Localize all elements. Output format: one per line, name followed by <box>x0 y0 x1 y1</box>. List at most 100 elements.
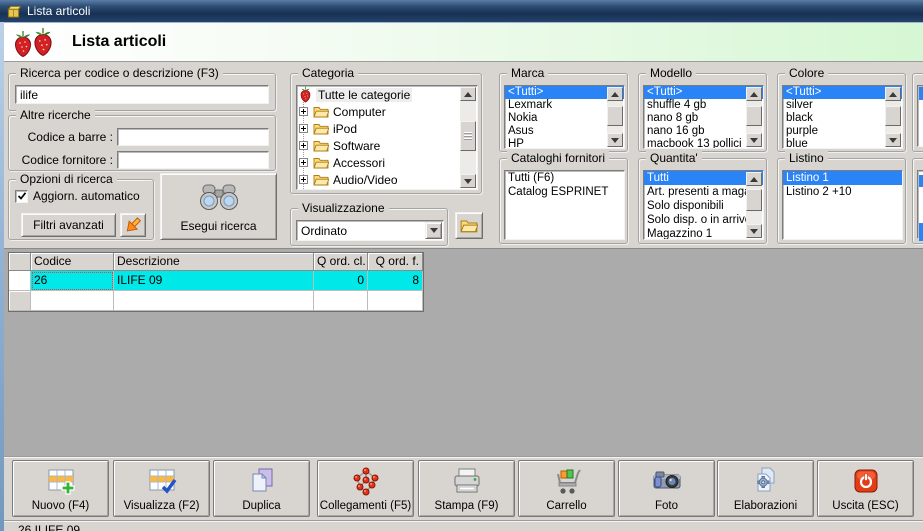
folder-icon <box>313 141 329 152</box>
run-search-button[interactable]: Esegui ricerca <box>160 173 277 240</box>
tree-item-monitor[interactable]: Monitor <box>297 188 477 189</box>
category-group: Categoria Tutte le categorie Computer iP… <box>290 66 482 194</box>
results-grid[interactable]: Codice Descrizione Q ord. cl. Q ord. f. … <box>8 252 424 312</box>
tree-item-ipod[interactable]: iPod <box>297 120 477 137</box>
quantity-scrollbar[interactable] <box>746 172 762 238</box>
model-scrollbar[interactable] <box>746 87 762 147</box>
scrollbar-thumb[interactable] <box>885 106 901 126</box>
cell-codice[interactable]: 26 <box>31 271 114 291</box>
view-dropdown[interactable]: Ordinato <box>296 220 444 241</box>
quantity-group-label: Quantita' <box>646 151 702 165</box>
row-selector-cell[interactable] <box>9 271 31 291</box>
brand-scrollbar[interactable] <box>607 87 623 147</box>
copy-documents-icon <box>252 468 272 492</box>
search-input[interactable] <box>15 85 269 104</box>
color-list[interactable]: <Tutti> silver black purple blue <box>782 85 903 149</box>
cart-button[interactable]: Carrello <box>518 460 615 517</box>
tree-item-computer[interactable]: Computer <box>297 103 477 120</box>
category-tree[interactable]: Tutte le categorie Computer iPod Softwar… <box>296 85 478 190</box>
photo-button[interactable]: Foto <box>618 460 715 517</box>
supplier-catalogs-label: Cataloghi fornitori <box>507 151 610 165</box>
duplicate-button[interactable]: Duplica <box>213 460 310 517</box>
column-header-q-ord-f[interactable]: Q ord. f. <box>368 253 423 271</box>
scroll-up-icon[interactable] <box>746 172 762 186</box>
exit-button[interactable]: Uscita (ESC) <box>817 460 914 517</box>
strawberry-icon <box>300 86 311 103</box>
list-item[interactable]: Listino 2 +10 <box>783 185 902 199</box>
scroll-up-icon[interactable] <box>885 87 901 101</box>
view-group: Visualizzazione Ordinato <box>290 201 448 246</box>
cell-q-ord-f[interactable]: 8 <box>368 271 423 291</box>
table-add-icon <box>48 469 75 495</box>
expand-plus-icon[interactable] <box>299 124 308 133</box>
scroll-down-icon[interactable] <box>746 133 762 147</box>
row-selector-header[interactable] <box>9 253 31 271</box>
column-header-descrizione[interactable]: Descrizione <box>114 253 314 271</box>
other-search-label: Altre ricerche <box>16 108 95 122</box>
open-folder-button[interactable] <box>455 212 483 239</box>
clipped-panel <box>912 73 923 152</box>
list-item[interactable]: Catalog ESPRINET <box>505 185 624 199</box>
scroll-down-icon[interactable] <box>885 133 901 147</box>
tree-root-item[interactable]: Tutte le categorie <box>297 86 477 103</box>
scrollbar-thumb[interactable] <box>607 106 623 126</box>
list-item[interactable]: Listino 1 <box>783 171 902 185</box>
quantity-list[interactable]: Tutti Art. presenti a magaz Solo disponi… <box>643 170 764 240</box>
expand-plus-icon[interactable] <box>299 107 308 116</box>
status-text: 26 ILIFE 09 <box>18 523 81 531</box>
supplier-code-label: Codice fornitore : <box>21 153 113 167</box>
scroll-down-icon[interactable] <box>746 224 762 238</box>
view-button[interactable]: Visualizza (F2) <box>113 460 210 517</box>
color-scrollbar[interactable] <box>885 87 901 147</box>
window-left-border <box>0 22 4 531</box>
price-list[interactable]: Listino 1 Listino 2 +10 <box>782 170 903 240</box>
category-group-label: Categoria <box>298 66 359 80</box>
view-dropdown-value: Ordinato <box>301 224 348 238</box>
model-list[interactable]: <Tutti> shuffle 4 gb nano 8 gb nano 16 g… <box>643 85 764 149</box>
run-search-label: Esegui ricerca <box>180 219 257 233</box>
model-group: Modello <Tutti> shuffle 4 gb nano 8 gb n… <box>638 66 767 152</box>
apply-filters-arrow-button[interactable] <box>120 213 146 237</box>
expand-plus-icon[interactable] <box>299 158 308 167</box>
tree-item-software[interactable]: Software <box>297 137 477 154</box>
brand-list[interactable]: <Tutti> Lexmark Nokia Asus HP <box>504 85 625 149</box>
column-header-q-ord-cl[interactable]: Q ord. cl. <box>314 253 368 271</box>
lista-articoli-window: Lista articoli Lista articoli Ricerca pe… <box>0 0 923 531</box>
tree-item-accessori[interactable]: Accessori <box>297 154 477 171</box>
dropdown-arrow-icon[interactable] <box>425 222 442 239</box>
auto-update-checkbox[interactable] <box>15 189 28 203</box>
window-box-icon[interactable] <box>6 4 21 19</box>
cell-q-ord-cl[interactable]: 0 <box>314 271 368 291</box>
search-options-label: Opzioni di ricerca <box>16 172 117 186</box>
model-group-label: Modello <box>646 66 697 80</box>
table-row[interactable]: 26 ILIFE 09 0 8 <box>9 271 423 291</box>
power-icon <box>854 469 877 493</box>
scroll-up-icon[interactable] <box>607 87 623 101</box>
table-check-icon <box>149 469 176 494</box>
list-item[interactable]: Tutti (F6) <box>505 171 624 185</box>
expand-plus-icon[interactable] <box>299 141 308 150</box>
auto-update-label: Aggiorn. automatico <box>33 189 140 203</box>
barcode-input[interactable] <box>117 128 269 146</box>
color-group: Colore <Tutti> silver black purple blue <box>777 66 906 152</box>
new-button[interactable]: Nuovo (F4) <box>12 460 109 517</box>
expand-plus-icon[interactable] <box>299 175 308 184</box>
table-row-empty <box>9 291 423 311</box>
supplier-catalogs-list[interactable]: Tutti (F6) Catalog ESPRINET <box>504 170 625 240</box>
titlebar[interactable]: Lista articoli <box>0 0 923 22</box>
tree-item-audio-video[interactable]: Audio/Video <box>297 171 477 188</box>
processing-button[interactable]: Elaborazioni <box>717 460 814 517</box>
camera-icon <box>653 471 680 489</box>
print-button[interactable]: Stampa (F9) <box>418 460 515 517</box>
binoculars-icon <box>199 184 238 210</box>
scrollbar-thumb[interactable] <box>746 189 762 211</box>
supplier-code-input[interactable] <box>117 151 269 169</box>
folder-icon <box>460 220 478 233</box>
scroll-up-icon[interactable] <box>746 87 762 101</box>
advanced-filters-button[interactable]: Filtri avanzati <box>21 213 116 237</box>
links-button[interactable]: Collegamenti (F5) <box>317 460 414 517</box>
scroll-down-icon[interactable] <box>607 133 623 147</box>
scrollbar-thumb[interactable] <box>746 106 762 126</box>
column-header-codice[interactable]: Codice <box>31 253 114 271</box>
cell-descrizione[interactable]: ILIFE 09 <box>114 271 314 291</box>
